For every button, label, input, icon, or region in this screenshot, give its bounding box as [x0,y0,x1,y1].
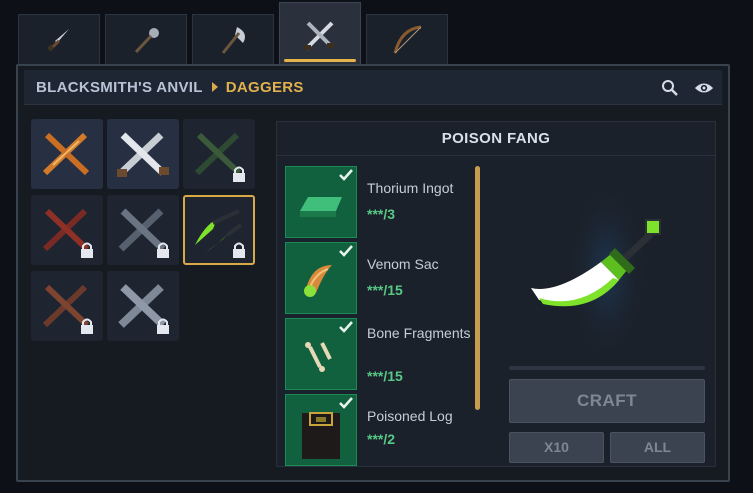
lock-icon [81,318,93,334]
poison-fang-preview [531,182,661,362]
crossed-swords-icon [304,21,334,50]
checkmark-icon [339,321,353,333]
crossed-daggers-icon [117,132,169,177]
material-icon-slot[interactable] [285,318,357,390]
craft-all-button[interactable]: ALL [610,432,705,463]
material-row: Thorium Ingot ***/3 [285,166,471,238]
lock-icon [81,242,93,258]
grid-item-dagger-pair-5[interactable] [107,195,179,265]
grid-item-dagger-pair-4[interactable] [31,195,103,265]
material-count: ***/2 [367,431,396,447]
material-row: Poisoned Log ***/2 [285,394,471,466]
grid-item-dagger-pair-2[interactable] [107,119,179,189]
material-name: Bone Fragments [367,325,471,341]
grid-item-dagger-pair-8[interactable] [107,271,179,341]
lock-icon [233,166,245,182]
breadcrumb-separator-icon [211,82,218,92]
tab-dual-daggers[interactable] [279,2,361,66]
material-name: Venom Sac [367,256,439,272]
craft-x10-button[interactable]: X10 [509,432,604,463]
materials-scrollbar[interactable] [475,166,480,410]
search-icon[interactable] [660,78,680,98]
checkmark-icon [339,245,353,257]
crossed-daggers-icon [42,132,90,176]
grid-item-poison-fang[interactable] [183,195,255,265]
material-row: Bone Fragments ***/15 [285,318,471,390]
blacksmith-window: BLACKSMITH'S ANVIL DAGGERS POISON FANG T… [16,64,730,482]
tab-maces[interactable] [105,14,187,66]
material-icon-slot[interactable] [285,394,357,466]
dagger-icon [47,28,69,52]
lock-icon [157,242,169,258]
material-icon-slot[interactable] [285,242,357,314]
axe-icon [221,26,245,54]
material-count: ***/15 [367,368,403,384]
grid-item-dagger-pair-7[interactable] [31,271,103,341]
eye-icon[interactable] [694,78,714,98]
material-name: Thorium Ingot [367,180,454,196]
material-name: Poisoned Log [367,408,453,424]
material-row: Venom Sac ***/15 [285,242,471,314]
breadcrumb-current: DAGGERS [225,78,304,96]
bow-icon [393,25,422,53]
craft-progress-bar [509,366,705,370]
checkmark-icon [339,397,353,409]
grid-item-dagger-pair-1[interactable] [31,119,103,189]
craft-button[interactable]: CRAFT [509,379,705,423]
grid-item-dagger-pair-3[interactable] [183,119,255,189]
tab-daggers-single[interactable] [18,14,100,66]
material-icon-slot[interactable] [285,166,357,238]
tab-axes[interactable] [192,14,274,66]
mace-icon [134,27,159,53]
lock-icon [233,242,245,258]
recipe-detail-panel: POISON FANG Thorium Ingot ***/3 Venom Sa… [276,121,716,467]
checkmark-icon [339,169,353,181]
material-count: ***/15 [367,282,403,298]
breadcrumb: BLACKSMITH'S ANVIL DAGGERS [24,70,722,105]
lock-icon [157,318,169,334]
material-count: ***/3 [367,206,396,222]
recipe-title: POISON FANG [277,122,715,156]
tab-bows[interactable] [366,14,448,66]
breadcrumb-root[interactable]: BLACKSMITH'S ANVIL [36,79,203,96]
